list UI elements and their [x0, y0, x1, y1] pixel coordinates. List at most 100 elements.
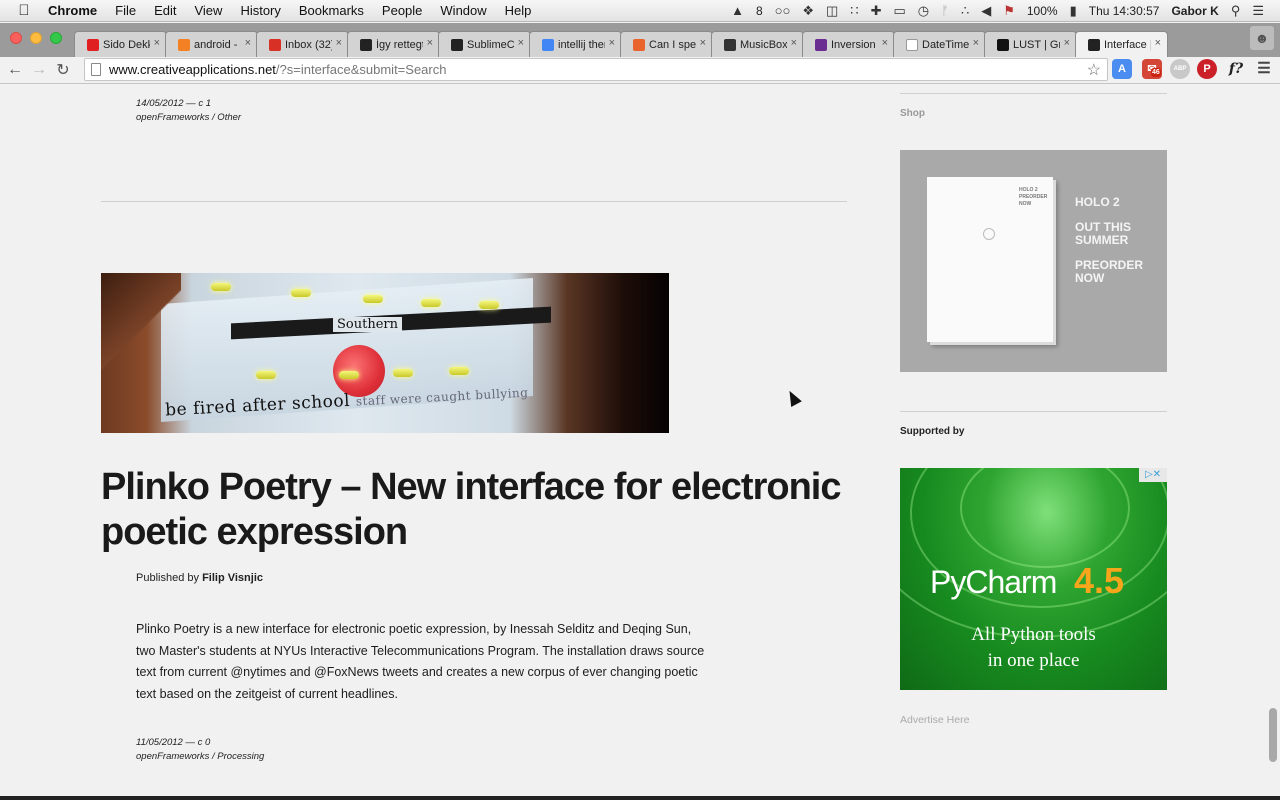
- menu-people[interactable]: People: [373, 3, 431, 18]
- battery-icon[interactable]: ▮: [1064, 3, 1083, 19]
- address-bar[interactable]: www.creativeapplications.net/?s=interfac…: [84, 58, 1108, 81]
- adchoices-icon[interactable]: ▷✕: [1139, 468, 1167, 482]
- post-meta-top: 14/05/2012 — c 1 openFrameworks / Other: [136, 97, 241, 125]
- advertise-here-link[interactable]: Advertise Here: [900, 714, 969, 726]
- tab-favicon-icon: [542, 38, 554, 51]
- tab-close-icon[interactable]: ×: [700, 37, 706, 49]
- tab-strip: Sido Dekke×android - c×Inbox (32)×Így re…: [0, 23, 1280, 72]
- bookmark-star-icon[interactable]: ☆: [1087, 60, 1101, 80]
- scrollbar-thumb[interactable]: [1269, 708, 1277, 762]
- macos-menu-bar:  Chrome File Edit View History Bookmark…: [0, 0, 1280, 22]
- tab-favicon-icon: [269, 38, 281, 51]
- tab-close-icon[interactable]: ×: [791, 37, 797, 49]
- window-close-button[interactable]: [10, 32, 22, 44]
- page-scrollbar[interactable]: [1265, 85, 1280, 796]
- browser-tab[interactable]: Can I spec ×: [620, 31, 713, 57]
- forward-icon[interactable]: →: [27, 61, 51, 79]
- window-zoom-button[interactable]: [50, 32, 62, 44]
- post-date-comments[interactable]: 11/05/2012 — c 0: [136, 736, 264, 750]
- tab-favicon-icon: [360, 38, 372, 51]
- translate-icon[interactable]: A: [1112, 59, 1132, 79]
- menu-file[interactable]: File: [106, 3, 145, 18]
- browser-tab[interactable]: DateTimeF ×: [893, 31, 986, 57]
- hero-peg: [421, 299, 441, 307]
- post-title[interactable]: Plinko Poetry – New interface for electr…: [101, 465, 847, 555]
- hero-peg: [363, 295, 383, 303]
- spotlight-icon[interactable]: ⚲: [1225, 3, 1247, 19]
- browser-tab[interactable]: Így rettegt ×: [347, 31, 440, 57]
- flag-icon[interactable]: ⚑: [997, 3, 1021, 19]
- post-categories[interactable]: openFrameworks / Other: [136, 111, 241, 125]
- wifi-icon[interactable]: ∴: [955, 3, 975, 19]
- window-minimize-button[interactable]: [30, 32, 42, 44]
- hero-peg: [339, 371, 359, 379]
- tab-close-icon[interactable]: ×: [973, 37, 979, 49]
- grid-icon[interactable]: ∷: [844, 3, 864, 19]
- browser-tab[interactable]: SublimeCo ×: [438, 31, 531, 57]
- post-hero-image[interactable]: Southern be fired after school staff wer…: [101, 273, 669, 433]
- url-host: www.creativeapplications.net: [109, 62, 276, 77]
- gmail-icon[interactable]: ✉46: [1142, 59, 1162, 79]
- clock[interactable]: Thu 14:30:57: [1083, 4, 1166, 18]
- browser-tab[interactable]: Inbox (32) ×: [256, 31, 349, 57]
- holo-ad-cta: PREORDER NOW: [1075, 258, 1144, 285]
- tab-title: Inversion o: [831, 38, 878, 51]
- post-date-comments[interactable]: 14/05/2012 — c 1: [136, 97, 241, 111]
- tab-close-icon[interactable]: ×: [154, 37, 160, 49]
- hero-peg: [449, 367, 469, 375]
- tab-close-icon[interactable]: ×: [245, 37, 251, 49]
- reload-icon[interactable]: ↻: [51, 60, 75, 80]
- browser-tab[interactable]: Sido Dekke ×: [74, 31, 167, 57]
- airplay-icon[interactable]: ▭: [887, 3, 911, 19]
- clipboard-icon[interactable]: ◫: [820, 3, 844, 19]
- apple-menu-icon[interactable]: : [0, 2, 48, 19]
- tab-title: Így rettegt: [376, 38, 423, 51]
- profile-icon[interactable]: ☻: [1250, 26, 1274, 50]
- glasses-icon[interactable]: ○○: [769, 3, 797, 18]
- browser-tab[interactable]: Inversion o ×: [802, 31, 895, 57]
- battery-percent: 100%: [1026, 3, 1058, 18]
- adobe-icon[interactable]: ▲: [725, 3, 750, 18]
- browser-tab[interactable]: LUST | Gra ×: [984, 31, 1077, 57]
- menu-view[interactable]: View: [185, 3, 231, 18]
- browser-tab[interactable]: intellij ther ×: [529, 31, 622, 57]
- menu-bookmarks[interactable]: Bookmarks: [290, 3, 373, 18]
- tab-close-icon[interactable]: ×: [1064, 37, 1070, 49]
- back-icon[interactable]: ←: [3, 61, 27, 79]
- bluetooth-icon[interactable]: ᚠ: [935, 3, 955, 18]
- tab-close-icon[interactable]: ×: [336, 37, 342, 49]
- menu-edit[interactable]: Edit: [145, 3, 185, 18]
- browser-tab[interactable]: Interface | ×: [1075, 31, 1168, 57]
- pycharm-tagline-1: All Python tools: [971, 624, 1096, 645]
- tab-close-icon[interactable]: ×: [518, 37, 524, 49]
- page-icon: [91, 63, 101, 76]
- menu-help[interactable]: Help: [496, 3, 541, 18]
- holo-shop-ad[interactable]: HOLO 2 PREORDER NOW HOLO 2 OUT THIS SUMME…: [900, 150, 1167, 372]
- plus-icon[interactable]: ✚: [865, 3, 888, 19]
- adblock-icon[interactable]: ABP: [1170, 59, 1190, 79]
- menu-app-chrome[interactable]: Chrome: [48, 3, 106, 18]
- volume-icon[interactable]: ◀: [975, 3, 997, 19]
- tab-close-icon[interactable]: ×: [427, 37, 433, 49]
- tab-title: Can I spec: [649, 38, 696, 51]
- tab-close-icon[interactable]: ×: [609, 37, 615, 49]
- fquery-icon[interactable]: f?: [1226, 59, 1246, 79]
- menu-window[interactable]: Window: [431, 3, 495, 18]
- pinterest-icon[interactable]: P: [1197, 59, 1217, 79]
- tab-close-icon[interactable]: ×: [1155, 37, 1161, 49]
- window-bottom-edge: [0, 796, 1280, 800]
- chrome-menu-icon[interactable]: ☰: [1254, 59, 1274, 79]
- dropbox-icon[interactable]: ❖: [796, 3, 820, 19]
- book-cover-title: HOLO 2 PREORDER NOW: [1019, 187, 1053, 208]
- time-machine-icon[interactable]: ◷: [912, 3, 935, 19]
- author-link[interactable]: Filip Visnjic: [202, 572, 263, 584]
- notification-center-icon[interactable]: ☰: [1246, 3, 1270, 19]
- user-name[interactable]: Gabor K: [1165, 4, 1224, 18]
- pycharm-ad[interactable]: ▷✕ PyCharm 4.5 All Python tools in one p…: [900, 468, 1167, 690]
- tab-close-icon[interactable]: ×: [882, 37, 888, 49]
- browser-tab[interactable]: MusicBox ×: [711, 31, 804, 57]
- browser-tab[interactable]: android - c ×: [165, 31, 258, 57]
- post-categories[interactable]: openFrameworks / Processing: [136, 750, 264, 764]
- hero-peg: [393, 369, 413, 377]
- menu-history[interactable]: History: [231, 3, 289, 18]
